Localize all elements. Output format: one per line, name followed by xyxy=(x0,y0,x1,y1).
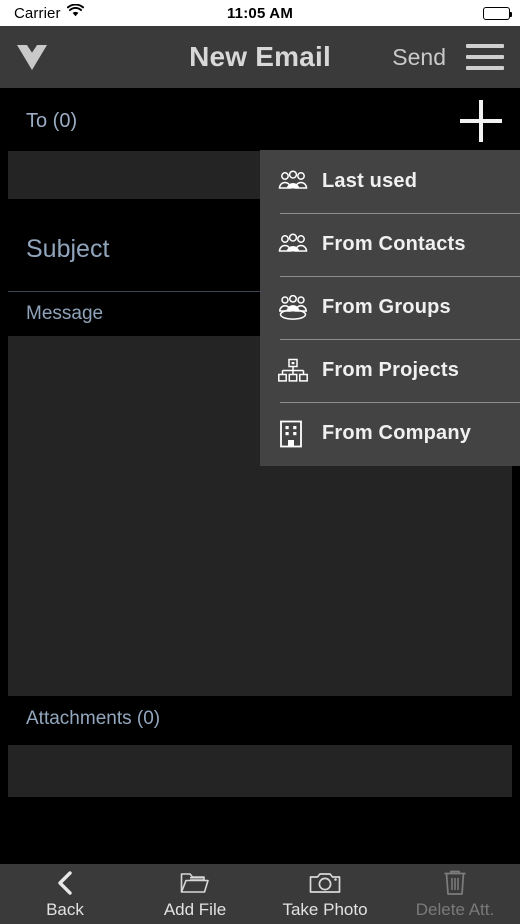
battery-full-icon xyxy=(483,6,512,20)
to-label: To (0) xyxy=(26,109,78,132)
clock-label: 11:05 AM xyxy=(226,4,294,22)
attachments-list[interactable] xyxy=(8,745,512,797)
toolbar-button-back[interactable]: Back xyxy=(0,864,130,924)
camera-icon xyxy=(309,868,341,898)
toolbar-label: Take Photo xyxy=(282,900,368,919)
people-group-circle-icon xyxy=(278,294,322,321)
v-logo-icon[interactable] xyxy=(0,40,64,74)
menu-item-label: From Projects xyxy=(322,359,460,381)
toolbar-button-delete-attachment[interactable]: Delete Att. xyxy=(390,864,520,924)
org-chart-icon xyxy=(278,358,322,384)
status-bar: Carrier 11:05 AM xyxy=(0,0,520,26)
bottom-toolbar: Back Add File Take Photo Delete Att. xyxy=(0,864,520,924)
toolbar-button-add-file[interactable]: Add File xyxy=(130,864,260,924)
trash-icon xyxy=(442,868,468,898)
menu-item-from-contacts[interactable]: From Contacts xyxy=(260,213,520,276)
attachments-label: Attachments (0) xyxy=(26,708,161,729)
menu-item-from-company[interactable]: From Company xyxy=(260,402,520,465)
building-icon xyxy=(278,420,322,448)
status-bar-right xyxy=(483,6,512,20)
menu-item-label: From Contacts xyxy=(322,233,466,255)
people-group-icon xyxy=(278,169,322,194)
toolbar-button-take-photo[interactable]: Take Photo xyxy=(260,864,390,924)
menu-item-label: From Company xyxy=(322,422,472,444)
hamburger-menu-icon[interactable] xyxy=(466,44,504,70)
subject-placeholder: Subject xyxy=(26,234,110,263)
menu-item-last-used[interactable]: Last used xyxy=(260,150,520,213)
people-group-icon xyxy=(278,232,322,257)
chevron-left-icon xyxy=(54,868,76,898)
send-button[interactable]: Send xyxy=(392,44,446,71)
menu-item-from-projects[interactable]: From Projects xyxy=(260,339,520,402)
toolbar-label: Delete Att. xyxy=(415,900,495,919)
folder-icon xyxy=(180,868,210,898)
message-placeholder: Message xyxy=(26,303,104,324)
recipient-source-menu: Last used From Contacts From Groups From… xyxy=(260,150,520,466)
toolbar-label: Add File xyxy=(163,900,227,919)
menu-item-from-groups[interactable]: From Groups xyxy=(260,276,520,339)
toolbar-label: Back xyxy=(46,900,84,919)
plus-icon[interactable] xyxy=(460,100,502,142)
menu-item-label: Last used xyxy=(322,170,418,192)
to-row: To (0) xyxy=(0,88,520,154)
menu-item-label: From Groups xyxy=(322,296,451,318)
app-root: Carrier 11:05 AM New Email Send To (0) S… xyxy=(0,0,520,924)
nav-bar: New Email Send xyxy=(0,26,520,88)
